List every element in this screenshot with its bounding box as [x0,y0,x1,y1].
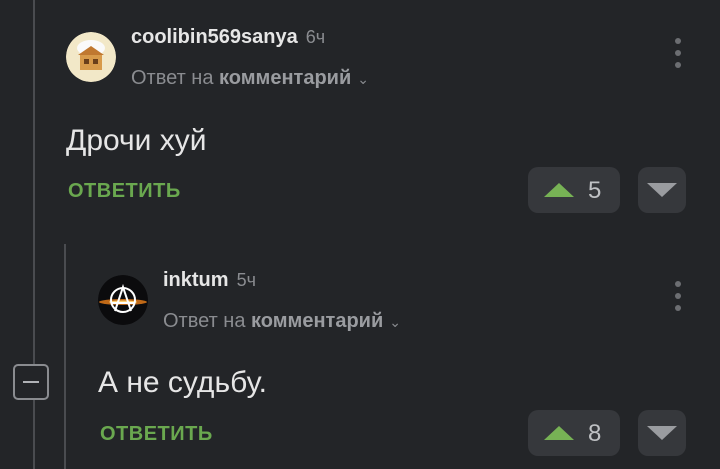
comment-text: А не судьбу. [98,366,267,399]
downvote-button[interactable] [638,410,686,456]
reply-target[interactable]: комментарий [251,310,383,332]
username[interactable]: inktum 5ч [163,269,256,292]
reply-to-link[interactable]: Ответ на комментарий ⌄ [163,310,401,333]
reply-button[interactable]: ОТВЕТИТЬ [100,423,213,446]
vote-count: 8 [588,420,602,447]
username-text[interactable]: inktum [163,269,229,291]
triangle-up-icon [544,426,574,440]
more-options-button[interactable] [673,281,683,315]
reply-prefix: Ответ на [163,310,246,332]
upvote-button[interactable]: 8 [528,410,620,456]
chevron-down-icon[interactable]: ⌄ [389,314,401,331]
timestamp: 5ч [236,270,256,290]
comment-reply: inktum 5ч Ответ на комментарий ⌄ А не судь… [0,0,720,469]
avatar[interactable] [98,275,148,325]
triangle-down-icon [647,426,677,440]
anarchy-avatar-icon [98,275,148,325]
